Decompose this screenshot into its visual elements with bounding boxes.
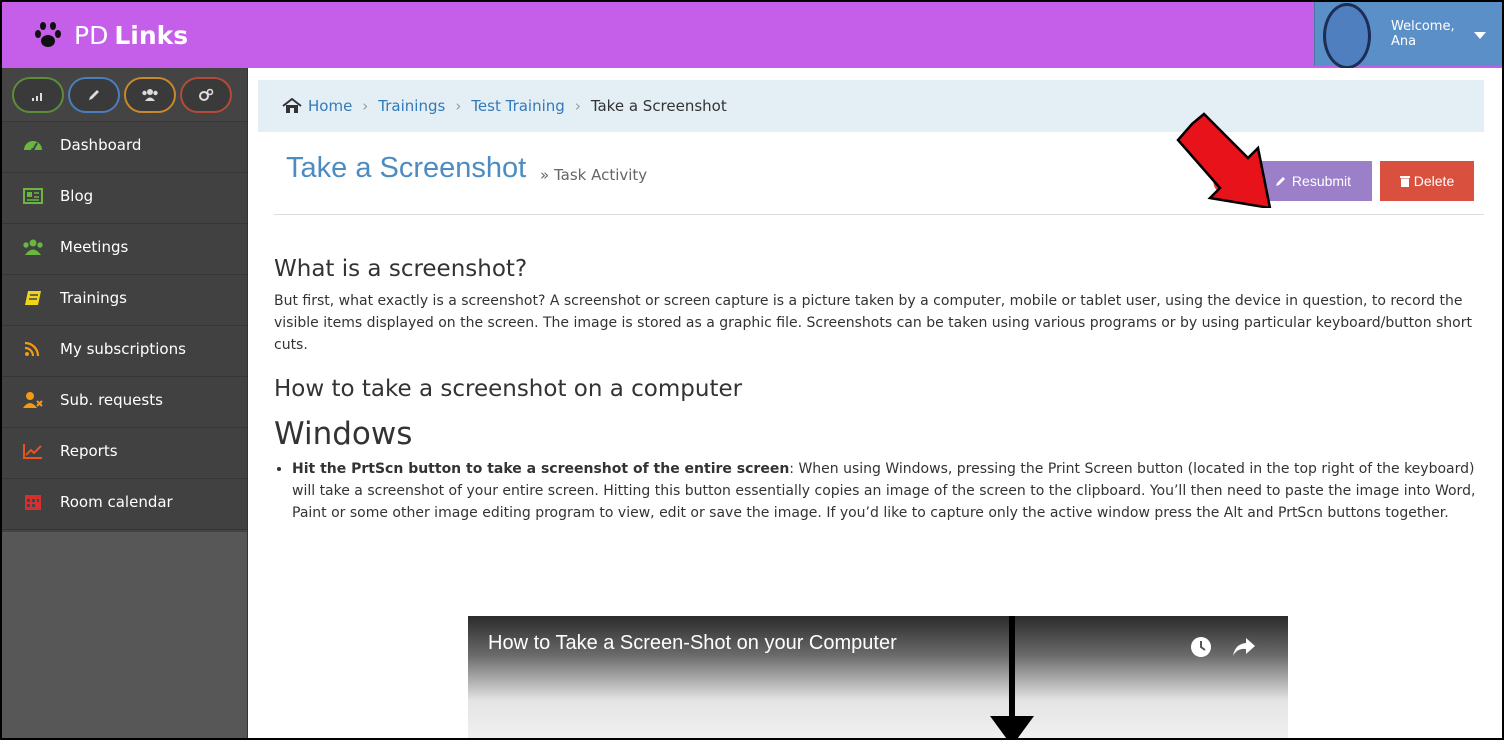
book-icon xyxy=(25,291,41,305)
article: What is a screenshot? But first, what ex… xyxy=(274,256,1480,524)
sidebar-background xyxy=(2,532,247,738)
delete-button[interactable]: Delete xyxy=(1380,161,1474,201)
page-title: Take a Screenshot xyxy=(286,152,527,184)
page-subtitle: » Task Activity xyxy=(540,166,648,184)
breadcrumb-test-training[interactable]: Test Training xyxy=(471,97,565,115)
video-title[interactable]: How to Take a Screen-Shot on your Comput… xyxy=(488,632,897,655)
sidebar-item-label: My subscriptions xyxy=(60,340,186,358)
sidebar-item-label: Blog xyxy=(60,187,94,205)
newspaper-icon xyxy=(23,188,43,204)
brand-logo[interactable]: PD Links xyxy=(2,21,188,50)
sidebar-item-meetings[interactable]: Meetings xyxy=(2,224,247,275)
welcome-label: Welcome, xyxy=(1391,19,1455,34)
breadcrumb-home[interactable]: Home xyxy=(308,97,352,115)
app-frame: PD Links Welcome, Ana Dashboard Blog Mee… xyxy=(0,0,1504,740)
breadcrumb-current: Take a Screenshot xyxy=(590,97,727,115)
sidebar-item-room-calendar[interactable]: Room calendar xyxy=(2,479,247,530)
paw-icon xyxy=(35,22,61,47)
brand-prefix: PD xyxy=(74,20,109,50)
cogs-icon[interactable] xyxy=(180,76,232,113)
sidebar-item-sub-requests[interactable]: Sub. requests xyxy=(2,377,247,428)
sidebar-item-label: Meetings xyxy=(60,238,129,256)
instructions-list: Hit the PrtScn button to take a screensh… xyxy=(292,458,1480,524)
main-content: Home › Trainings › Test Training › Take … xyxy=(248,68,1502,738)
sidebar-item-blog[interactable]: Blog xyxy=(2,173,247,224)
sidebar-item-label: Reports xyxy=(60,442,118,460)
group-icon[interactable] xyxy=(124,76,176,113)
welcome-text: Welcome, Ana xyxy=(1391,19,1455,49)
user-menu[interactable]: Welcome, Ana xyxy=(1314,2,1502,69)
sidebar-item-trainings[interactable]: Trainings xyxy=(2,275,247,326)
quick-buttons xyxy=(2,68,247,122)
top-navbar: PD Links Welcome, Ana xyxy=(2,2,1502,69)
sidebar-item-dashboard[interactable]: Dashboard xyxy=(2,122,247,173)
heading-windows: Windows xyxy=(274,416,413,452)
sidebar-item-label: Sub. requests xyxy=(60,391,163,409)
sidebar-item-label: Room calendar xyxy=(60,493,173,511)
video-arrow-graphic xyxy=(990,616,1034,738)
breadcrumb-separator: › xyxy=(362,97,369,115)
delete-label: Delete xyxy=(1413,173,1455,189)
rss-icon xyxy=(24,341,40,357)
home-icon[interactable] xyxy=(282,98,302,114)
line-chart-icon xyxy=(23,444,42,459)
avatar[interactable] xyxy=(1323,3,1371,69)
breadcrumb-separator: › xyxy=(455,97,462,115)
red-arrow-annotation xyxy=(1176,112,1272,208)
sidebar-item-label: Dashboard xyxy=(60,136,142,154)
share-icon[interactable] xyxy=(1232,636,1256,658)
heading-what-is: What is a screenshot? xyxy=(274,256,528,282)
list-item: Hit the PrtScn button to take a screensh… xyxy=(292,458,1480,524)
user-name: Ana xyxy=(1391,34,1417,49)
caret-down-icon[interactable] xyxy=(1474,32,1486,39)
group-icon xyxy=(23,239,43,255)
trash-icon xyxy=(1399,176,1410,187)
pencil-icon[interactable] xyxy=(68,76,120,113)
sidebar-item-my-subscriptions[interactable]: My subscriptions xyxy=(2,326,247,377)
sidebar-item-label: Trainings xyxy=(60,289,128,307)
resubmit-label: Resubmit xyxy=(1291,173,1352,189)
breadcrumb: Home › Trainings › Test Training › Take … xyxy=(258,80,1484,132)
sidebar: Dashboard Blog Meetings Trainings My sub… xyxy=(2,68,248,738)
breadcrumb-separator: › xyxy=(574,97,581,115)
divider xyxy=(274,214,1484,215)
user-times-icon xyxy=(23,392,43,408)
brand-strong: Links xyxy=(114,20,189,50)
calendar-icon xyxy=(25,495,41,510)
breadcrumb-trainings[interactable]: Trainings xyxy=(378,97,445,115)
sidebar-item-reports[interactable]: Reports xyxy=(2,428,247,479)
dashboard-icon xyxy=(24,141,42,152)
video-embed[interactable]: How to Take a Screen-Shot on your Comput… xyxy=(468,616,1288,738)
stats-icon[interactable] xyxy=(12,76,64,113)
heading-how-to: How to take a screenshot on a computer xyxy=(274,376,743,402)
list-item-strong: Hit the PrtScn button to take a screensh… xyxy=(292,461,790,477)
clock-icon[interactable] xyxy=(1190,636,1212,658)
paragraph-what-is: But first, what exactly is a screenshot?… xyxy=(274,293,1472,353)
